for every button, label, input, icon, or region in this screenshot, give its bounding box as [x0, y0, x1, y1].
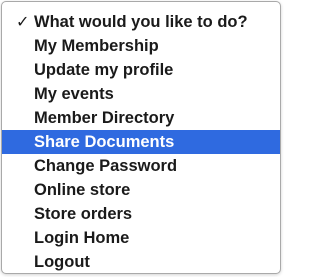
menu-item-label: Member Directory [34, 109, 175, 127]
menu-item-my-events[interactable]: My events [2, 82, 280, 106]
menu-item-label: Online store [34, 181, 131, 199]
menu-item-label: Share Documents [34, 133, 175, 151]
menu-item-label: Update my profile [34, 61, 174, 79]
menu-item-change-password[interactable]: Change Password [2, 154, 280, 178]
menu-item-label: Store orders [34, 205, 133, 223]
menu-item-store-orders[interactable]: Store orders [2, 202, 280, 226]
menu-item-label: What would you like to do? [34, 13, 248, 31]
checkmark-icon: ✓ [16, 12, 30, 31]
menu-item-label: Change Password [34, 157, 178, 175]
menu-item-label: My Membership [34, 37, 159, 55]
menu-item-share-documents[interactable]: Share Documents [2, 130, 280, 154]
menu-item-what-would-you-like-to-do[interactable]: ✓ What would you like to do? [2, 10, 280, 34]
menu-item-logout[interactable]: Logout [2, 250, 280, 274]
menu-item-my-membership[interactable]: My Membership [2, 34, 280, 58]
menu-item-update-my-profile[interactable]: Update my profile [2, 58, 280, 82]
dropdown-menu: ✓ What would you like to do? My Membersh… [1, 1, 281, 274]
menu-item-label: My events [34, 85, 114, 103]
menu-item-member-directory[interactable]: Member Directory [2, 106, 280, 130]
menu-item-login-home[interactable]: Login Home [2, 226, 280, 250]
menu-item-label: Logout [34, 253, 90, 271]
menu-item-online-store[interactable]: Online store [2, 178, 280, 202]
menu-item-label: Login Home [34, 229, 130, 247]
